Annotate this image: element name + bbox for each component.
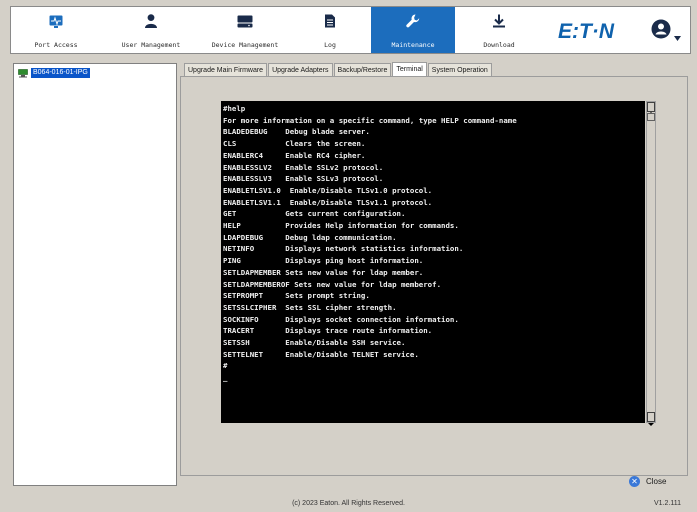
eaton-logo: E:T·N: [558, 20, 614, 43]
user-icon: [145, 13, 158, 32]
terminal-line: NETINFO Displays network statistics info…: [223, 244, 464, 254]
scroll-up-button[interactable]: [647, 102, 655, 115]
tab-backup-restore[interactable]: Backup/Restore: [333, 63, 392, 77]
scroll-thumb[interactable]: [647, 113, 655, 121]
tab-maintenance[interactable]: Maintenance: [371, 7, 455, 53]
tab-label: Device Management: [211, 41, 279, 49]
terminal-console[interactable]: #help For more information on a specific …: [221, 101, 645, 423]
tab-device-management[interactable]: Device Management: [201, 7, 289, 53]
port-access-icon: [49, 13, 63, 32]
terminal-scrollbar[interactable]: [646, 101, 656, 426]
terminal-line: SETPROMPT Sets prompt string.: [223, 291, 370, 301]
terminal-line: #help: [223, 104, 246, 113]
terminal-output: #help For more information on a specific …: [223, 103, 637, 384]
terminal-line: SETLDAPMEMBER Sets new value for ldap me…: [223, 267, 424, 277]
terminal-line: SETLDAPMEMBEROF Sets new value for ldap …: [223, 279, 442, 289]
tab-port-access[interactable]: Port Access: [11, 7, 101, 53]
terminal-line: ENABLERC4 Enable RC4 cipher.: [223, 150, 366, 160]
version-text: V1.2.111: [654, 500, 681, 507]
terminal-line: SETTELNET Enable/Disable TELNET service.: [223, 349, 419, 359]
tree-item-device[interactable]: B064-016-01-IPG: [18, 67, 90, 78]
terminal-line: BLADEDEBUG Debug blade server.: [223, 127, 370, 137]
terminal-line: SOCKINFO Displays socket connection info…: [223, 314, 459, 324]
document-icon: [325, 13, 336, 32]
tab-log[interactable]: Log: [289, 7, 371, 53]
close-label: Close: [646, 477, 667, 486]
terminal-line: GET Gets current configuration.: [223, 209, 406, 219]
terminal-line: SETSSLCIPHER Sets SSL cipher strength.: [223, 302, 397, 312]
top-nav-bar: Port Access User Management Device Manag…: [10, 6, 691, 54]
device-tree: B064-016-01-IPG: [13, 63, 177, 486]
terminal-line: _: [223, 373, 228, 383]
tab-label: Download: [483, 41, 515, 49]
chevron-down-icon[interactable]: [674, 26, 681, 45]
wrench-icon: [406, 13, 420, 32]
terminal-line: ENABLETLSV1.0 Enable/Disable TLSv1.0 pro…: [223, 185, 433, 195]
terminal-line: CLS Clears the screen.: [223, 139, 366, 149]
tab-user-management[interactable]: User Management: [101, 7, 201, 53]
app-window: Port Access User Management Device Manag…: [0, 0, 697, 512]
copyright-text: (c) 2023 Eaton. All Rights Reserved.: [292, 500, 405, 507]
terminal-line: For more information on a specific comma…: [223, 115, 517, 125]
terminal-line: HELP Provides Help information for comma…: [223, 221, 459, 231]
terminal-line: TRACERT Displays trace route information…: [223, 326, 433, 336]
terminal-line: ENABLETLSV1.1 Enable/Disable TLSv1.1 pro…: [223, 197, 433, 207]
tab-system-operation[interactable]: System Operation: [427, 63, 492, 77]
terminal-line: LDAPDEBUG Debug ldap communication.: [223, 232, 397, 242]
tab-label: Log: [324, 41, 336, 49]
server-icon: [18, 63, 28, 82]
tab-terminal[interactable]: Terminal: [392, 62, 427, 76]
account-icon[interactable]: [651, 19, 671, 43]
tab-label: Maintenance: [391, 41, 435, 49]
close-button[interactable]: ✕ Close: [629, 476, 666, 487]
tree-item-label: B064-016-01-IPG: [31, 67, 90, 78]
tab-download[interactable]: Download: [455, 7, 543, 53]
device-icon: [237, 13, 253, 32]
maintenance-tabs: Upgrade Main Firmware Upgrade Adapters B…: [184, 62, 493, 77]
terminal-line: PING Displays ping host information.: [223, 256, 424, 266]
terminal-line: ENABLESSLV3 Enable SSLv3 protocol.: [223, 174, 384, 184]
download-icon: [493, 13, 506, 32]
close-icon: ✕: [629, 476, 640, 487]
tab-label: Port Access: [34, 41, 78, 49]
tab-label: User Management: [121, 41, 181, 49]
chevron-down-icon: [648, 423, 654, 426]
terminal-line: SETSSH Enable/Disable SSH service.: [223, 338, 406, 348]
scroll-down-button[interactable]: [647, 412, 655, 426]
terminal-line: ENABLESSLV2 Enable SSLv2 protocol.: [223, 162, 384, 172]
tab-upgrade-main-firmware[interactable]: Upgrade Main Firmware: [184, 63, 268, 77]
terminal-line: #: [223, 361, 228, 371]
tab-upgrade-adapters[interactable]: Upgrade Adapters: [268, 63, 333, 77]
